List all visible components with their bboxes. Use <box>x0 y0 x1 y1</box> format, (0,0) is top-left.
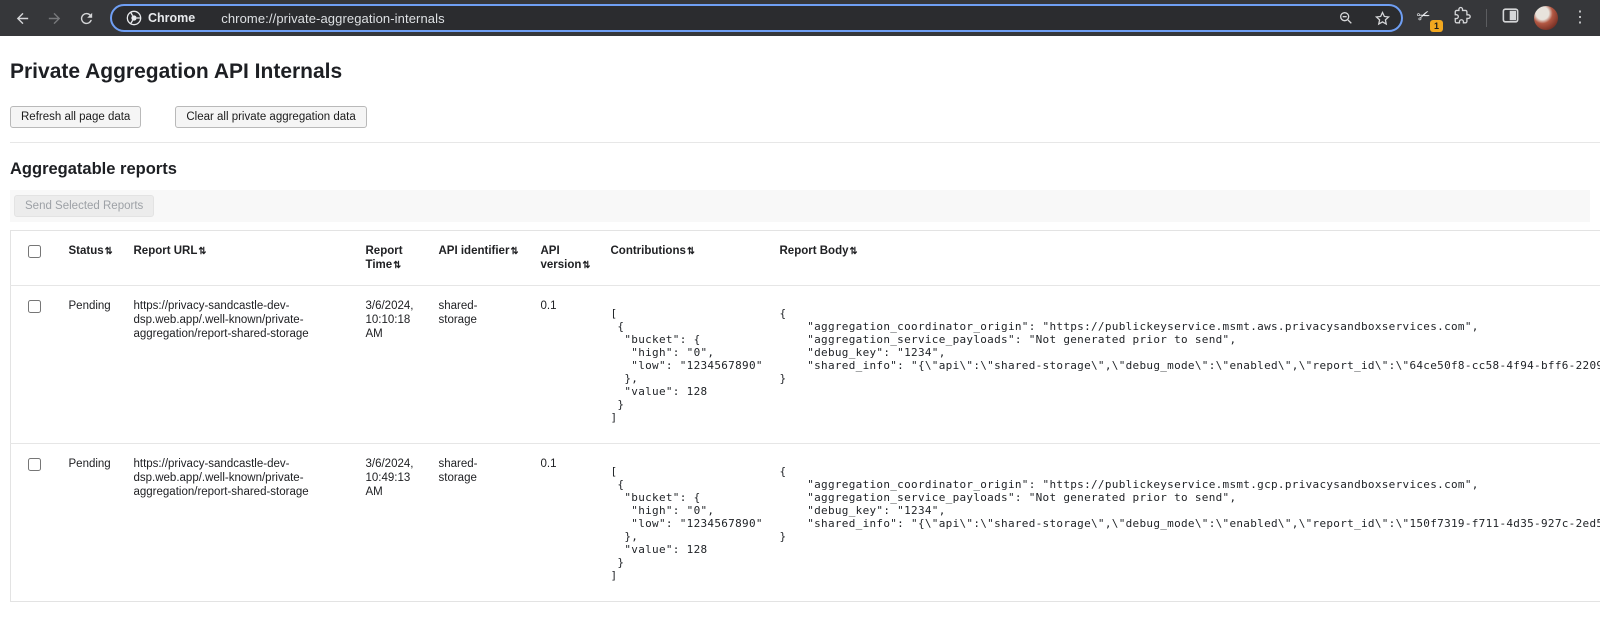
cell-report-time: 3/6/2024, 10:10:18 AM <box>356 286 429 444</box>
extension-badge: 1 <box>1430 20 1443 32</box>
cell-report-url: https://privacy-sandcastle-dev-dsp.web.a… <box>124 286 356 444</box>
bookmark-star-icon[interactable] <box>1374 10 1391 27</box>
url-bar[interactable]: Chrome chrome://private-aggregation-inte… <box>110 4 1403 32</box>
sort-icon: ⇅ <box>850 246 858 257</box>
url-text[interactable]: chrome://private-aggregation-internals <box>221 11 444 26</box>
puzzle-icon <box>1453 6 1472 25</box>
send-selected-reports-button[interactable]: Send Selected Reports <box>14 195 154 217</box>
clear-all-button[interactable]: Clear all private aggregation data <box>175 106 366 128</box>
forward-button[interactable] <box>40 4 68 32</box>
table-row: Pending https://privacy-sandcastle-dev-d… <box>11 444 1600 602</box>
report-body-json: { "aggregation_coordinator_origin": "htt… <box>780 307 1600 385</box>
sort-icon: ⇅ <box>582 260 590 271</box>
aggregatable-reports-heading: Aggregatable reports <box>10 160 1590 179</box>
header-report-body[interactable]: Report Body⇅ <box>770 231 1600 286</box>
contributions-json: [ { "bucket": { "high": "0", "low": "123… <box>611 307 762 424</box>
browser-toolbar: Chrome chrome://private-aggregation-inte… <box>0 0 1600 36</box>
cell-report-url: https://privacy-sandcastle-dev-dsp.web.a… <box>124 444 356 602</box>
cell-status: Pending <box>59 444 124 602</box>
table-header-row: Status⇅ Report URL⇅ Report Time⇅ API ide… <box>11 231 1600 286</box>
browser-menu-button[interactable]: ⋮ <box>1572 10 1588 26</box>
row-checkbox[interactable] <box>28 300 41 313</box>
header-api-version[interactable]: API version⇅ <box>531 231 601 286</box>
origin-chip-label: Chrome <box>148 11 195 25</box>
select-all-checkbox[interactable] <box>28 245 41 258</box>
report-body-json: { "aggregation_coordinator_origin": "htt… <box>780 465 1600 543</box>
page-content: Private Aggregation API Internals Refres… <box>0 60 1600 602</box>
page-actions: Refresh all page data Clear all private … <box>10 106 1590 128</box>
reports-action-bar: Send Selected Reports <box>10 190 1590 222</box>
header-report-url[interactable]: Report URL⇅ <box>124 231 356 286</box>
back-button[interactable] <box>8 4 36 32</box>
contributions-json: [ { "bucket": { "high": "0", "low": "123… <box>611 465 762 582</box>
toolbar-right-cluster: ✂ 1 ⋮ <box>1417 6 1592 30</box>
row-checkbox[interactable] <box>28 458 41 471</box>
reports-table: Status⇅ Report URL⇅ Report Time⇅ API ide… <box>10 230 1600 602</box>
cell-status: Pending <box>59 286 124 444</box>
sort-icon: ⇅ <box>105 246 113 257</box>
sort-icon: ⇅ <box>393 260 401 271</box>
chrome-logo-icon <box>126 10 142 26</box>
zoom-out-icon[interactable] <box>1338 10 1354 26</box>
header-status[interactable]: Status⇅ <box>59 231 124 286</box>
sort-icon: ⇅ <box>198 246 206 257</box>
toolbar-separator <box>1486 9 1487 27</box>
table-row: Pending https://privacy-sandcastle-dev-d… <box>11 286 1600 444</box>
forward-arrow-icon <box>46 10 63 27</box>
cell-api-identifier: shared-storage <box>429 444 531 602</box>
cell-report-time: 3/6/2024, 10:49:13 AM <box>356 444 429 602</box>
cell-api-version: 0.1 <box>531 444 601 602</box>
sort-icon: ⇅ <box>510 246 518 257</box>
cell-report-body: { "aggregation_coordinator_origin": "htt… <box>770 286 1600 444</box>
refresh-all-button[interactable]: Refresh all page data <box>10 106 141 128</box>
header-report-time[interactable]: Report Time⇅ <box>356 231 429 286</box>
side-panel-icon <box>1501 6 1520 25</box>
reports-table-wrap: Status⇅ Report URL⇅ Report Time⇅ API ide… <box>10 230 1590 602</box>
cell-contributions: [ { "bucket": { "high": "0", "low": "123… <box>601 286 770 444</box>
header-api-identifier[interactable]: API identifier⇅ <box>429 231 531 286</box>
cell-contributions: [ { "bucket": { "high": "0", "low": "123… <box>601 444 770 602</box>
reload-icon <box>78 10 95 27</box>
header-contributions[interactable]: Contributions⇅ <box>601 231 770 286</box>
side-panel-button[interactable] <box>1501 6 1520 30</box>
profile-avatar[interactable] <box>1534 6 1558 30</box>
back-arrow-icon <box>14 10 31 27</box>
cell-api-identifier: shared-storage <box>429 286 531 444</box>
scissors-extension-button[interactable]: ✂ 1 <box>1417 6 1439 30</box>
reload-button[interactable] <box>72 4 100 32</box>
page-title: Private Aggregation API Internals <box>10 60 1590 84</box>
cell-api-version: 0.1 <box>531 286 601 444</box>
extensions-button[interactable] <box>1453 6 1472 30</box>
sort-icon: ⇅ <box>687 246 695 257</box>
cell-report-body: { "aggregation_coordinator_origin": "htt… <box>770 444 1600 602</box>
section-divider <box>10 142 1600 143</box>
